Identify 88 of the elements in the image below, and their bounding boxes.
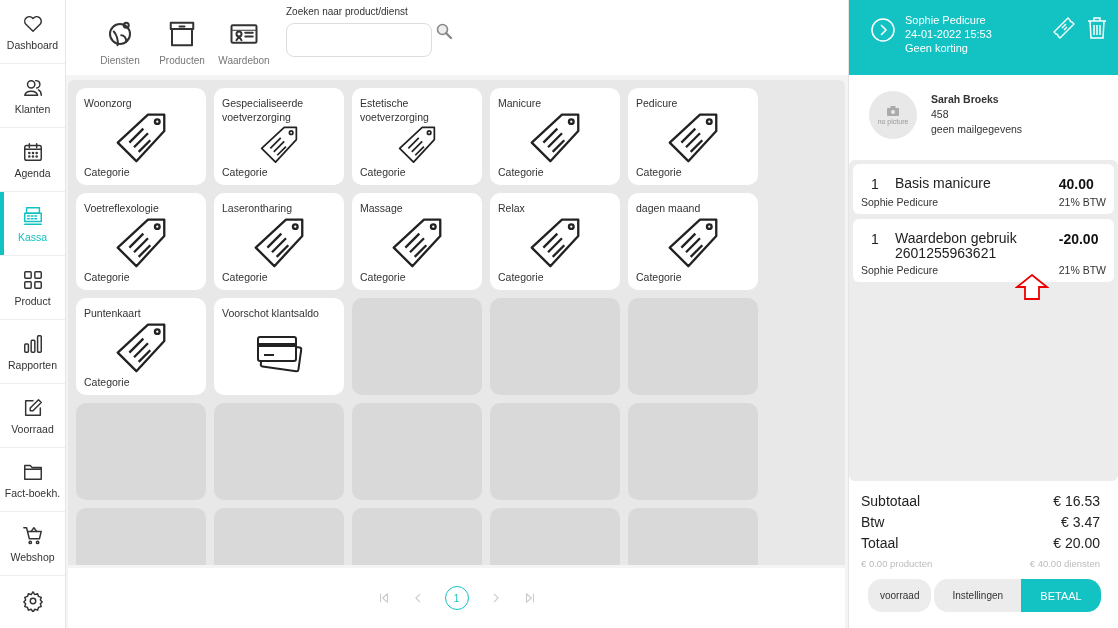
line-name: Basis manicure: [895, 176, 992, 191]
tile-title: Relax: [498, 201, 526, 216]
total-value: € 20.00: [1053, 535, 1100, 551]
line-name: Waardebon gebruik: [895, 231, 1018, 246]
box-icon: [167, 19, 197, 49]
customer-number: 458: [931, 108, 950, 120]
line-quantity: 1: [870, 176, 880, 192]
line-quantity: 1: [870, 231, 880, 249]
up-arrow-icon: [1015, 274, 1049, 300]
product-tile[interactable]: Woonzorg Categorie: [76, 88, 206, 185]
tile-title: Estetische voetverzorging: [360, 96, 430, 125]
tile-title: Pedicure: [636, 96, 679, 111]
total-value: € 3.47: [1061, 514, 1100, 530]
total-label: Totaal: [861, 535, 899, 551]
tile-title: Massage: [360, 201, 404, 216]
chevron-circle-icon[interactable]: [871, 17, 895, 42]
ticket-icon[interactable]: [1052, 16, 1076, 40]
customer-name: Sarah Broeks: [931, 93, 1000, 105]
tile-caption: Categorie: [360, 271, 407, 283]
tile-caption: Categorie: [636, 271, 683, 283]
tile-caption: Categorie: [84, 271, 131, 283]
cash-register-icon: [21, 204, 44, 227]
product-tile[interactable]: Voorschot klantsaldo: [214, 298, 344, 395]
line-price: -20.00: [1058, 231, 1100, 249]
tile-caption: Categorie: [636, 166, 683, 178]
search-icon[interactable]: [436, 23, 453, 40]
gear-icon: [21, 590, 44, 612]
product-tile[interactable]: Pedicure Categorie: [628, 88, 758, 185]
tile-caption: Categorie: [84, 376, 131, 388]
grid-icon: [21, 268, 44, 291]
product-tile[interactable]: Relax Categorie: [490, 193, 620, 290]
line-vat: 21% BTW: [1058, 264, 1106, 277]
product-tile[interactable]: Gespecialiseerde voetverzorging Categorie: [214, 88, 344, 185]
product-tile[interactable]: Laserontharing Categorie: [214, 193, 344, 290]
total-label: Btw: [861, 514, 885, 530]
product-tile[interactable]: Estetische voetverzorging Categorie: [352, 88, 482, 185]
sidebar-item[interactable]: Fact-boekh.: [0, 448, 65, 512]
tile-title: Woonzorg: [84, 96, 133, 111]
product-tile[interactable]: Manicure Categorie: [490, 88, 620, 185]
product-tile[interactable]: Puntenkaart Categorie: [76, 298, 206, 395]
total-value: € 16.53: [1053, 493, 1100, 509]
tile-title: Puntenkaart: [84, 306, 142, 321]
product-tile[interactable]: dagen maand Categorie: [628, 193, 758, 290]
category-tab[interactable]: Producten: [158, 0, 206, 67]
search-field[interactable]: [286, 23, 432, 57]
discount-status: Geen korting: [905, 41, 969, 54]
cart-icon: [21, 524, 44, 547]
sidebar-item[interactable]: Product: [0, 256, 65, 320]
calendar-icon: [21, 140, 44, 163]
tile-caption: Categorie: [498, 271, 545, 283]
tile-title: Voetreflexologie: [84, 201, 160, 216]
camera-icon: [887, 105, 899, 116]
trash-icon[interactable]: [1086, 16, 1108, 40]
tile-caption: Categorie: [222, 166, 269, 178]
tile-title: Voorschot klantsaldo: [222, 306, 320, 321]
search-label: Zoeken naar product/dienst: [286, 6, 409, 17]
tile-caption: Categorie: [222, 271, 269, 283]
tile-title: Gespecialiseerde voetverzorging: [222, 96, 305, 125]
bar-chart-icon: [21, 332, 44, 355]
sidebar-item[interactable]: Webshop: [0, 512, 65, 576]
sidebar-item[interactable]: Dashboard: [0, 0, 65, 64]
line-price: 40.00: [1058, 176, 1095, 192]
tile-title: Manicure: [498, 96, 543, 111]
category-tab[interactable]: Diensten: [96, 0, 144, 67]
action-button[interactable]: Instellingen: [934, 579, 1022, 612]
product-tile[interactable]: Voetreflexologie Categorie: [76, 193, 206, 290]
customer-email: geen mailgegevens: [931, 123, 1023, 135]
products-total: € 0.00 producten: [861, 558, 933, 569]
order-datetime: 24-01-2022 15:53: [905, 27, 993, 40]
tile-title: dagen maand: [636, 201, 702, 216]
sidebar-item[interactable]: Klanten: [0, 64, 65, 128]
sidebar-item[interactable]: Voorraad: [0, 384, 65, 448]
tile-title: Laserontharing: [222, 201, 294, 216]
sidebar-item[interactable]: Agenda: [0, 128, 65, 192]
line-vat: 21% BTW: [1058, 196, 1106, 208]
action-button[interactable]: voorraad: [868, 579, 932, 612]
tile-caption: Categorie: [84, 166, 131, 178]
services-total: € 40.00 diensten: [1029, 558, 1100, 569]
sidebar-item[interactable]: Rapporten: [0, 320, 65, 384]
tile-caption: Categorie: [498, 166, 545, 178]
product-tile[interactable]: Massage Categorie: [352, 193, 482, 290]
employee-name: Sophie Pedicure: [905, 13, 987, 26]
total-label: Subtotaal: [861, 493, 921, 509]
line-employee: Sophie Pedicure: [861, 196, 940, 208]
category-tab[interactable]: Waardebon: [220, 0, 268, 67]
line-employee: Sophie Pedicure: [861, 264, 940, 277]
voucher-code: 2601255963621: [895, 245, 997, 261]
tile-caption: Categorie: [360, 166, 407, 178]
